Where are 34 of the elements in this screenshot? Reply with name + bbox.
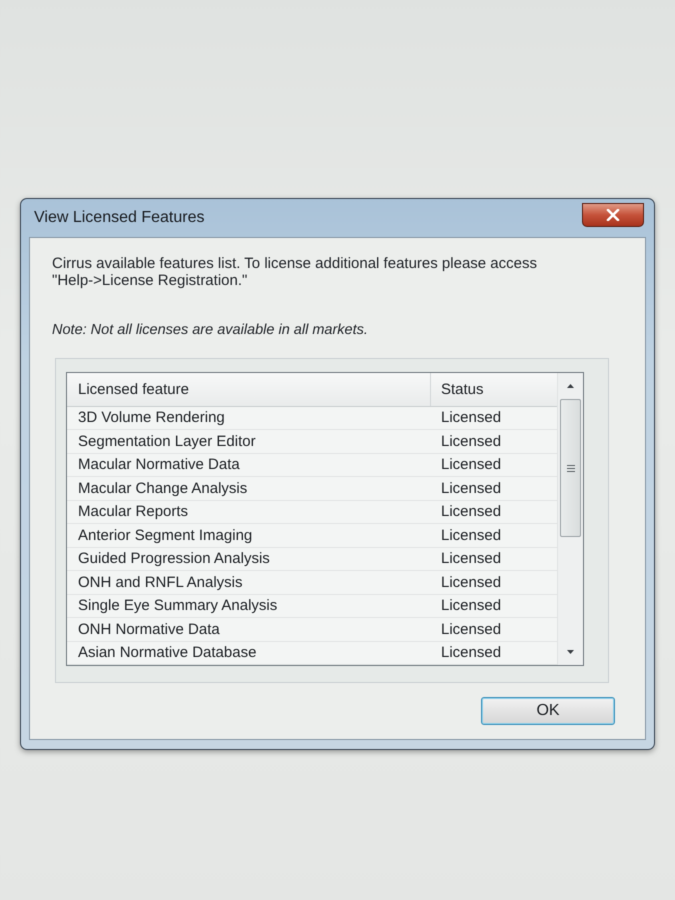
close-button[interactable] xyxy=(582,203,644,227)
feature-cell-text: Segmentation Layer Editor xyxy=(77,432,257,452)
feature-cell-text: 3D Volume Rendering xyxy=(77,408,226,428)
ok-button[interactable]: OK xyxy=(481,697,615,725)
feature-cell-text: Macular Change Analysis xyxy=(77,478,248,499)
scrollbar-thumb[interactable] xyxy=(560,399,581,537)
status-cell-text: Licensed xyxy=(440,549,502,570)
feature-cell-text: ONH Normative Data xyxy=(77,620,221,640)
column-header[interactable]: Status xyxy=(430,373,557,406)
column-header[interactable]: Licensed feature xyxy=(67,373,430,406)
feature-cell-text: Macular Normative Data xyxy=(77,455,241,476)
status-cell-text: Licensed xyxy=(440,596,502,616)
description-text: Cirrus available features list. To license additional features please access "Help->License Registration." xyxy=(52,255,538,289)
feature-cell-text: Guided Progression Analysis xyxy=(77,549,271,570)
window-title: View Licensed Features xyxy=(34,209,204,227)
down-arrow-icon xyxy=(567,650,574,654)
status-cell-text: Licensed xyxy=(440,455,502,476)
feature-cell-text: Macular Reports xyxy=(77,502,190,522)
feature-cell-text: ONH and RNFL Analysis xyxy=(77,572,244,593)
feature-cell-text: Single Eye Summary Analysis xyxy=(77,596,278,616)
note-text: Note: Not all licenses are available in all markets. xyxy=(52,322,369,338)
status-cell-text: Licensed xyxy=(440,432,502,452)
status-cell-text: Licensed xyxy=(440,478,502,499)
up-arrow-icon xyxy=(567,384,574,388)
status-cell-text: Licensed xyxy=(440,526,502,546)
status-cell-text: Licensed xyxy=(440,572,502,593)
status-cell-text: Licensed xyxy=(440,502,502,522)
feature-cell-text: Anterior Segment Imaging xyxy=(77,526,254,546)
status-cell-text: Licensed xyxy=(440,620,502,640)
close-icon xyxy=(606,209,620,221)
status-cell-text: Licensed xyxy=(440,643,502,664)
status-cell-text: Licensed xyxy=(440,408,502,428)
feature-cell-text: Asian Normative Database xyxy=(77,643,258,664)
grip-icon xyxy=(566,464,574,472)
